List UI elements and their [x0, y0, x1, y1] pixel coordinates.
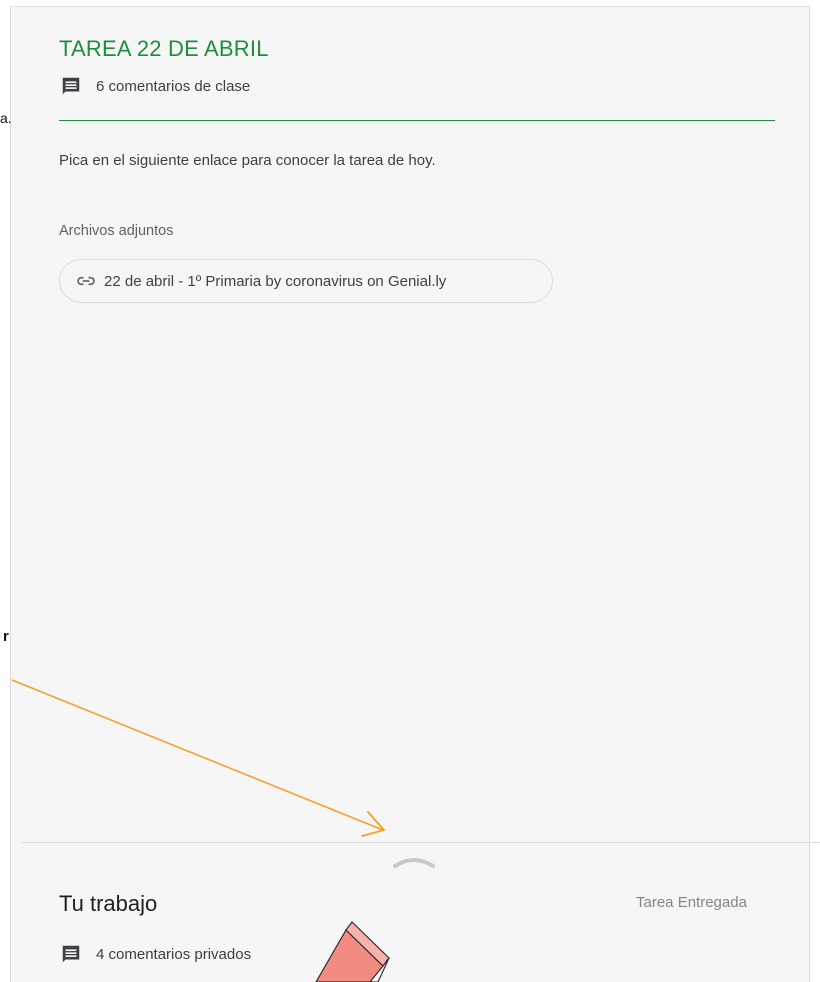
class-comments-label: 6 comentarios de clase [96, 77, 251, 95]
link-icon [77, 276, 95, 286]
work-status: Tarea Entregada [636, 894, 747, 911]
title-divider [59, 120, 775, 121]
your-work-title: Tu trabajo [59, 891, 158, 916]
assignment-description: Pica en el siguiente enlace para conocer… [59, 152, 436, 169]
class-comments-link[interactable]: 6 comentarios de clase [60, 74, 250, 98]
bottom-sheet-border [22, 842, 820, 843]
assignment-title: TAREA 22 DE ABRIL [59, 36, 269, 61]
attachment-link-chip[interactable]: 22 de abril - 1º Primaria by coronavirus… [59, 259, 553, 303]
attachments-label: Archivos adjuntos [59, 223, 174, 239]
attachment-link-label: 22 de abril - 1º Primaria by coronavirus… [104, 272, 447, 290]
comment-icon [62, 77, 80, 95]
private-comments-label: 4 comentarios privados [96, 945, 252, 963]
margin-fragment-a: a. [0, 110, 12, 126]
chevron-up-icon[interactable] [391, 852, 437, 870]
private-comments-link[interactable]: 4 comentarios privados [60, 942, 251, 966]
margin-fragment-r: r [3, 628, 9, 645]
comment-icon [62, 945, 80, 963]
